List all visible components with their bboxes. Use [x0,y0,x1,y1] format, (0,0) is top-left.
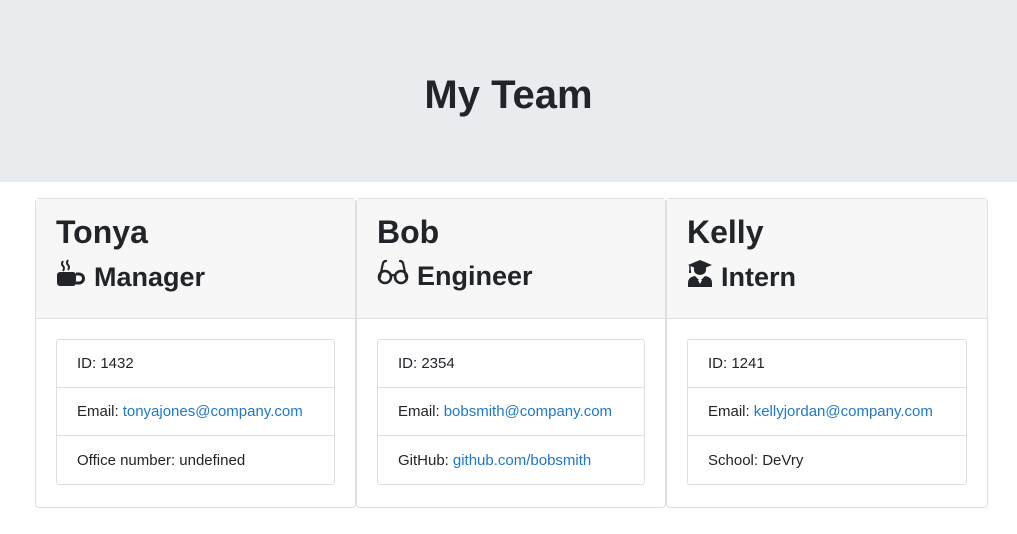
employee-details: ID: 1241 Email: kellyjordan@company.com … [687,339,967,485]
email-label: Email: [77,403,119,420]
employee-name: Kelly [687,214,764,250]
employee-details: ID: 2354 Email: bobsmith@company.com Git… [377,339,645,485]
employee-card-intern: Kelly Intern ID: 1241 Email: kellyjordan… [666,198,988,508]
email-link[interactable]: bobsmith@company.com [444,403,612,420]
employee-name: Bob [377,214,440,250]
employee-role: Manager [56,259,335,294]
github-link[interactable]: github.com/bobsmith [453,452,591,469]
card-body: ID: 2354 Email: bobsmith@company.com Git… [357,319,665,505]
email-row: Email: tonyajones@company.com [57,388,334,436]
email-link[interactable]: kellyjordan@company.com [754,403,933,420]
role-label: Engineer [417,260,533,291]
employee-name: Tonya [56,214,148,250]
card-body: ID: 1241 Email: kellyjordan@company.com … [667,319,987,505]
card-header: Tonya Manager [36,199,355,319]
employee-role: Intern [687,259,967,294]
id-row: ID: 2354 [378,340,644,388]
role-label: Manager [94,261,206,292]
graduate-icon [687,259,721,294]
email-label: Email: [708,403,750,420]
employee-role: Engineer [377,259,645,292]
employee-details: ID: 1432 Email: tonyajones@company.com O… [56,339,335,485]
office-number-row: Office number: undefined [77,451,246,469]
page-title: My Team [424,72,593,117]
card-header: Bob Engineer [357,199,665,319]
email-row: Email: bobsmith@company.com [378,388,644,436]
glasses-icon [377,259,417,292]
employee-card-manager: Tonya Manager ID: 1432 Email: tonyajones… [35,198,356,508]
mug-icon [56,259,94,294]
page-header: My Team [0,0,1017,182]
team-cards: Tonya Manager ID: 1432 Email: tonyajones… [35,198,988,508]
id-row: ID: 1432 [57,340,334,388]
github-row: GitHub: github.com/bobsmith [378,436,644,484]
employee-card-engineer: Bob Engineer ID: 2354 Email: bobsmith@co… [356,198,666,508]
role-label: Intern [721,261,797,292]
card-header: Kelly Intern [667,199,987,319]
id-row: ID: 1241 [688,340,966,388]
email-label: Email: [398,403,440,420]
school-row: School: DeVry [708,451,804,469]
github-label: GitHub: [398,451,449,469]
email-link[interactable]: tonyajones@company.com [123,403,303,420]
email-row: Email: kellyjordan@company.com [688,388,966,436]
card-body: ID: 1432 Email: tonyajones@company.com O… [36,319,355,505]
